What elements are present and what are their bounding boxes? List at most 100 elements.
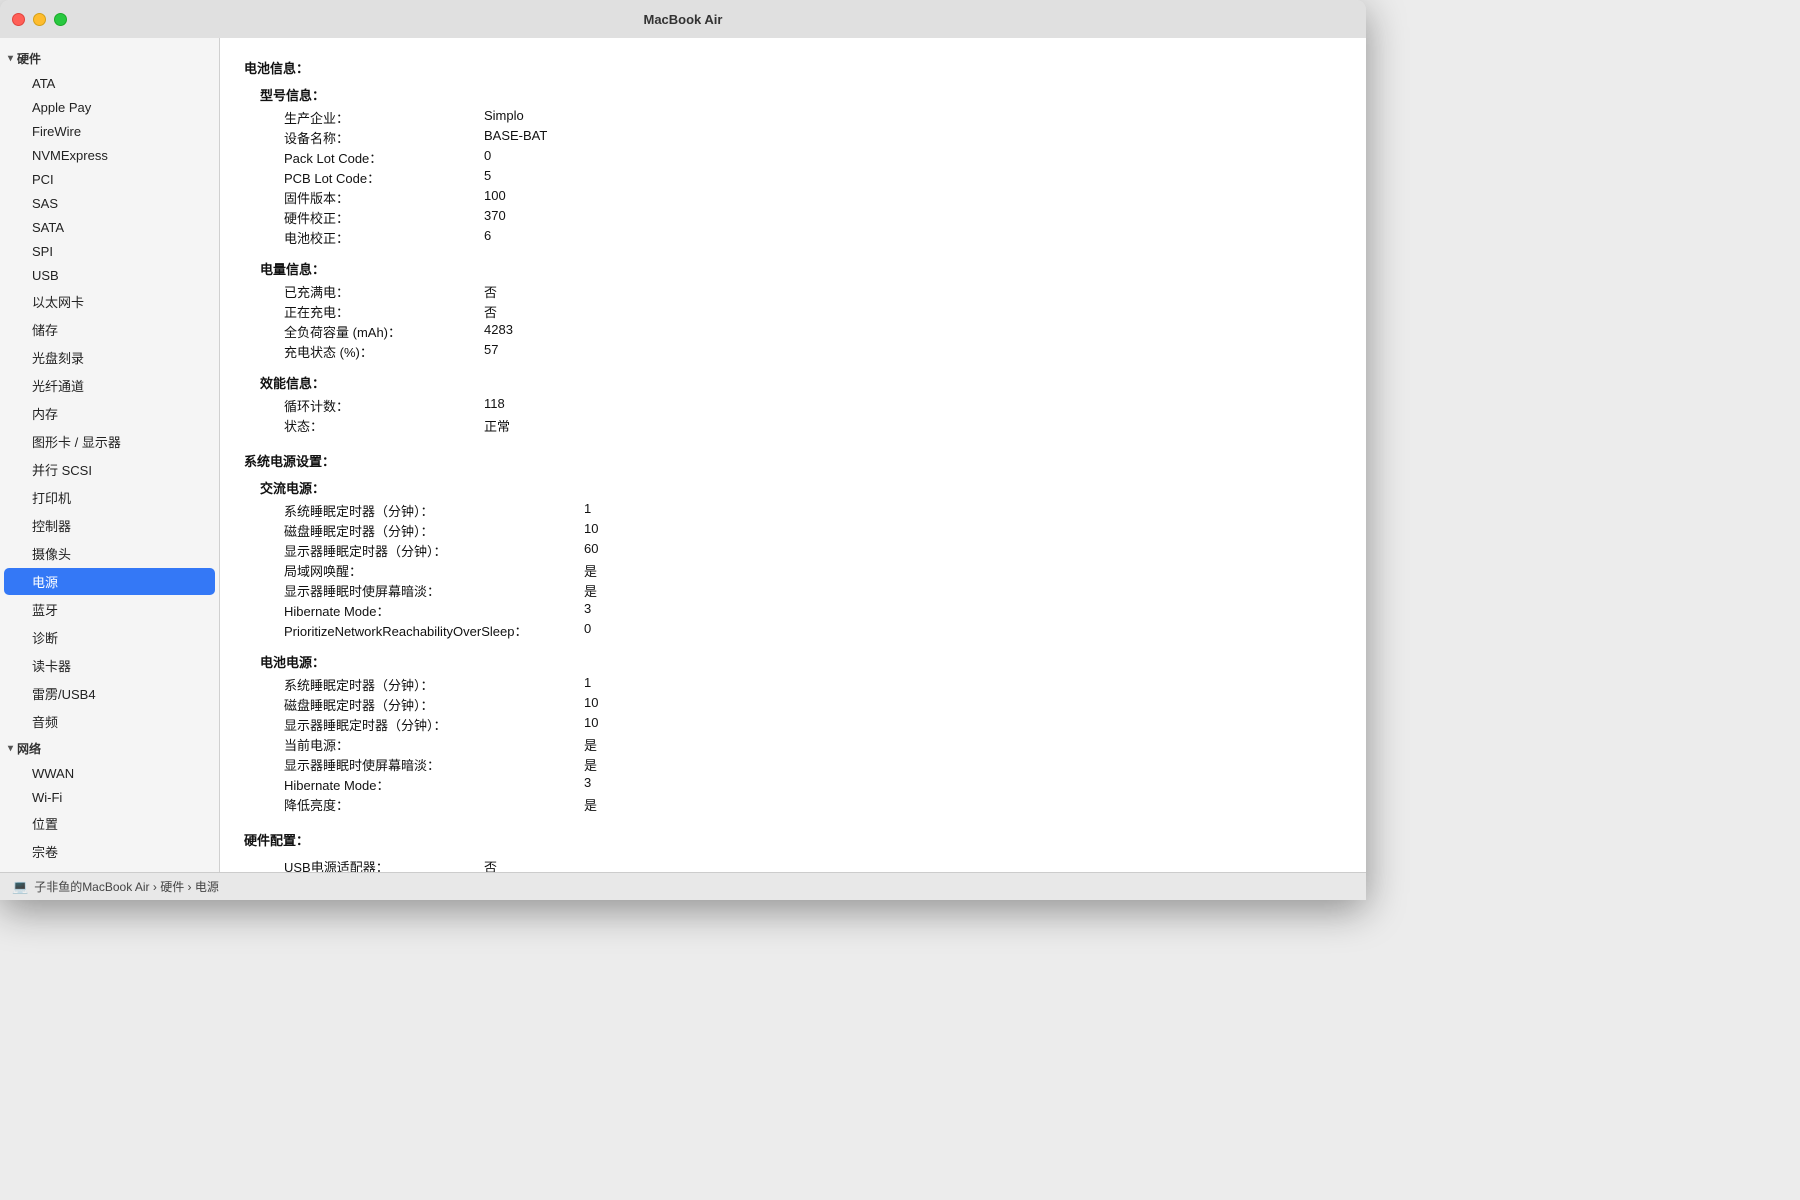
hardware-section-label: 硬件 <box>17 50 41 67</box>
perf-info-table: 循环计数： 118 状态： 正常 <box>244 396 1342 435</box>
label-hw-calibration: 硬件校正： <box>244 208 484 227</box>
label-firmware: 固件版本： <box>244 188 484 207</box>
value-current-power: 是 <box>584 735 597 754</box>
value-disk-sleep-batt: 10 <box>584 695 598 714</box>
value-device-name: BASE-BAT <box>484 128 547 147</box>
sidebar-item-volumes[interactable]: 宗卷 <box>4 838 215 865</box>
sidebar-item-storage[interactable]: 储存 <box>4 316 215 343</box>
network-arrow-icon: ▾ <box>8 743 13 754</box>
sidebar-item-apple-pay[interactable]: Apple Pay <box>4 96 215 119</box>
ac-power-table: 系统睡眠定时器（分钟）： 1 磁盘睡眠定时器（分钟）： 10 显示器睡眠定时器（… <box>244 501 1342 640</box>
label-fully-charged: 已充满电： <box>244 282 484 301</box>
sidebar-section-hardware[interactable]: ▾ 硬件 <box>0 46 219 71</box>
label-batt-calibration: 电池校正： <box>244 228 484 247</box>
table-row: 充电状态 (%)： 57 <box>244 342 1342 361</box>
table-row: Hibernate Mode： 3 <box>244 775 1342 794</box>
sidebar-item-fiber[interactable]: 光纤通道 <box>4 372 215 399</box>
title-bar: MacBook Air <box>0 0 1366 38</box>
label-sys-sleep-batt: 系统睡眠定时器（分钟）： <box>244 675 584 694</box>
value-dim-display-ac: 是 <box>584 581 597 600</box>
battery-power-table: 系统睡眠定时器（分钟）： 1 磁盘睡眠定时器（分钟）： 10 显示器睡眠定时器（… <box>244 675 1342 814</box>
label-charging: 正在充电： <box>244 302 484 321</box>
sidebar-item-location[interactable]: 位置 <box>4 810 215 837</box>
table-row: 状态： 正常 <box>244 416 1342 435</box>
close-button[interactable] <box>12 13 25 26</box>
value-firmware: 100 <box>484 188 506 207</box>
sidebar-item-printer[interactable]: 打印机 <box>4 484 215 511</box>
sidebar-item-graphics[interactable]: 图形卡 / 显示器 <box>4 428 215 455</box>
sidebar-item-disc-burn[interactable]: 光盘刻录 <box>4 344 215 371</box>
sidebar-item-diagnostics[interactable]: 诊断 <box>4 624 215 651</box>
value-charge-status: 57 <box>484 342 498 361</box>
sidebar-item-usb[interactable]: USB <box>4 264 215 287</box>
sidebar-item-sas[interactable]: SAS <box>4 192 215 215</box>
sidebar-item-ata[interactable]: ATA <box>4 72 215 95</box>
sidebar-section-network[interactable]: ▾ 网络 <box>0 736 219 761</box>
macbook-icon: 💻 <box>12 879 28 895</box>
table-row: 循环计数： 118 <box>244 396 1342 415</box>
table-row: 固件版本： 100 <box>244 188 1342 207</box>
table-row: 全负荷容量 (mAh)： 4283 <box>244 322 1342 341</box>
zoom-button[interactable] <box>54 13 67 26</box>
value-cycle-count: 118 <box>484 396 505 415</box>
value-batt-calibration: 6 <box>484 228 491 247</box>
label-usb-adapter: USB电源适配器： <box>244 857 484 872</box>
sidebar-item-sata[interactable]: SATA <box>4 216 215 239</box>
table-row: 显示器睡眠定时器（分钟）： 10 <box>244 715 1342 734</box>
value-display-sleep-ac: 60 <box>584 541 598 560</box>
label-sys-sleep-ac: 系统睡眠定时器（分钟）： <box>244 501 584 520</box>
sidebar-item-ethernet[interactable]: 以太网卡 <box>4 288 215 315</box>
table-row: 设备名称： BASE-BAT <box>244 128 1342 147</box>
value-fully-charged: 否 <box>484 282 497 301</box>
sidebar-item-pci[interactable]: PCI <box>4 168 215 191</box>
sidebar-item-controller[interactable]: 控制器 <box>4 512 215 539</box>
sidebar-item-camera[interactable]: 摄像头 <box>4 540 215 567</box>
value-pack-lot: 0 <box>484 148 491 167</box>
label-dim-display-ac: 显示器睡眠时使屏幕暗淡： <box>244 581 584 600</box>
sidebar-item-power[interactable]: 电源 <box>4 568 215 595</box>
battery-power-title: 电池电源： <box>252 652 1342 671</box>
app-body: ▾ 硬件 ATA Apple Pay FireWire NVMExpress P… <box>0 38 1366 872</box>
label-current-power: 当前电源： <box>244 735 584 754</box>
sidebar-item-parallel-scsi[interactable]: 并行 SCSI <box>4 456 215 483</box>
value-hibernate-mode-ac: 3 <box>584 601 591 620</box>
model-info-table: 生产企业： Simplo 设备名称： BASE-BAT Pack Lot Cod… <box>244 108 1342 247</box>
table-row: 系统睡眠定时器（分钟）： 1 <box>244 675 1342 694</box>
minimize-button[interactable] <box>33 13 46 26</box>
sidebar-item-wwan[interactable]: WWAN <box>4 762 215 785</box>
value-wake-lan-ac: 是 <box>584 561 597 580</box>
table-row: PrioritizeNetworkReachabilityOverSleep： … <box>244 621 1342 640</box>
label-cycle-count: 循环计数： <box>244 396 484 415</box>
table-row: USB电源适配器： 否 <box>244 857 1342 872</box>
sidebar-item-thunderbolt[interactable]: 雷雳/USB4 <box>4 680 215 707</box>
sidebar-item-audio[interactable]: 音频 <box>4 708 215 735</box>
sidebar-item-memory[interactable]: 内存 <box>4 400 215 427</box>
sidebar-item-bluetooth[interactable]: 蓝牙 <box>4 596 215 623</box>
sidebar-item-card-reader[interactable]: 读卡器 <box>4 652 215 679</box>
label-manufacturer: 生产企业： <box>244 108 484 127</box>
label-full-capacity: 全负荷容量 (mAh)： <box>244 322 484 341</box>
label-status: 状态： <box>244 416 484 435</box>
sidebar-item-nvmexpress[interactable]: NVMExpress <box>4 144 215 167</box>
value-manufacturer: Simplo <box>484 108 524 127</box>
battery-info-title: 电池信息： <box>244 58 1342 77</box>
label-pcb-lot: PCB Lot Code： <box>244 168 484 187</box>
label-hibernate-mode-batt: Hibernate Mode： <box>244 775 584 794</box>
table-row: 电池校正： 6 <box>244 228 1342 247</box>
value-usb-adapter: 否 <box>484 857 497 872</box>
hardware-config-title: 硬件配置： <box>244 830 1342 849</box>
table-row: 显示器睡眠时使屏幕暗淡： 是 <box>244 581 1342 600</box>
label-dim-display-batt: 显示器睡眠时使屏幕暗淡： <box>244 755 584 774</box>
sidebar-item-spi[interactable]: SPI <box>4 240 215 263</box>
label-disk-sleep-batt: 磁盘睡眠定时器（分钟）： <box>244 695 584 714</box>
table-row: 磁盘睡眠定时器（分钟）： 10 <box>244 521 1342 540</box>
hardware-config-table: USB电源适配器： 否 <box>244 857 1342 872</box>
label-pack-lot: Pack Lot Code： <box>244 148 484 167</box>
table-row: 正在充电： 否 <box>244 302 1342 321</box>
value-prioritize-network-ac: 0 <box>584 621 591 640</box>
table-row: 局域网唤醒： 是 <box>244 561 1342 580</box>
table-row: 系统睡眠定时器（分钟）： 1 <box>244 501 1342 520</box>
label-wake-lan-ac: 局域网唤醒： <box>244 561 584 580</box>
sidebar-item-firewire[interactable]: FireWire <box>4 120 215 143</box>
sidebar-item-wifi[interactable]: Wi-Fi <box>4 786 215 809</box>
